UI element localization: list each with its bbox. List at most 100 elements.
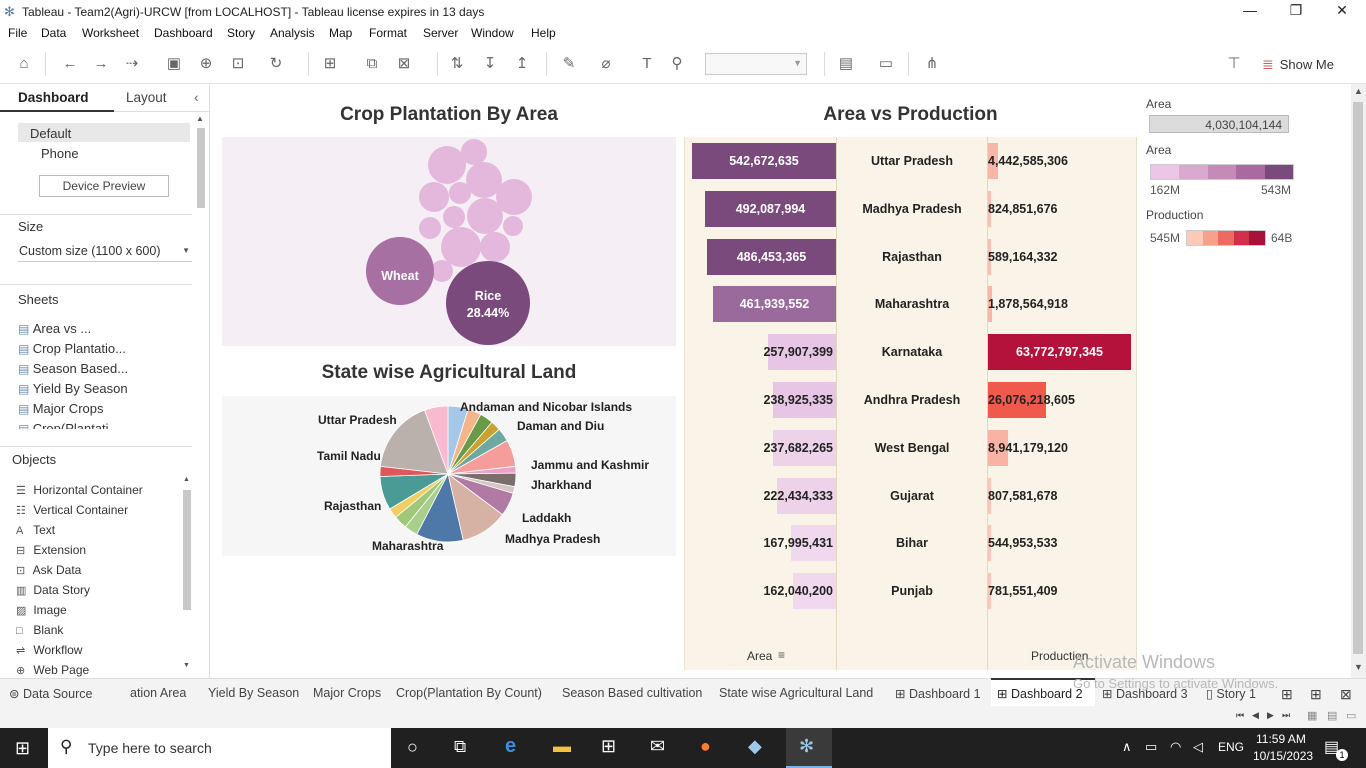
- bubble-rice[interactable]: [446, 261, 530, 345]
- object-data-story[interactable]: ▥ Data Story: [16, 583, 90, 597]
- tab-layout[interactable]: Layout ‹: [114, 84, 210, 112]
- share-icon[interactable]: ⋔: [922, 54, 942, 74]
- scroll-down-icon[interactable]: ▼: [1354, 662, 1363, 672]
- menu-file[interactable]: File: [8, 26, 27, 40]
- save-icon[interactable]: ▣: [164, 54, 184, 74]
- new-story-tab-icon[interactable]: ⊠: [1340, 686, 1352, 703]
- menu-help[interactable]: Help: [531, 26, 556, 40]
- sheet-item[interactable]: ▤ Crop(Plantati...: [18, 421, 119, 429]
- scrollbar-thumb[interactable]: [183, 490, 191, 610]
- sort-ascending-icon[interactable]: ↧: [480, 54, 500, 74]
- language-indicator[interactable]: ENG: [1218, 740, 1244, 754]
- legend-area-total-bar[interactable]: 4,030,104,144: [1149, 115, 1289, 133]
- grid-view-icon[interactable]: ▦: [1307, 709, 1317, 722]
- minimize-button[interactable]: —: [1240, 2, 1260, 22]
- menu-analysis[interactable]: Analysis: [270, 26, 315, 40]
- menu-data[interactable]: Data: [41, 26, 66, 40]
- size-dropdown[interactable]: Custom size (1100 x 600) ▼: [18, 242, 192, 262]
- show-me-button[interactable]: ≣ Show Me: [1262, 54, 1334, 74]
- tab-dashboard-1[interactable]: ⊞ Dashboard 1: [895, 686, 981, 701]
- clock-time[interactable]: 11:59 AM: [1256, 732, 1306, 746]
- object-blank[interactable]: □ Blank: [16, 623, 63, 637]
- bubble[interactable]: [419, 217, 441, 239]
- home-icon[interactable]: ⌂: [14, 54, 34, 74]
- device-preview-button[interactable]: Device Preview: [39, 175, 169, 197]
- firefox-icon[interactable]: ●: [700, 736, 711, 757]
- undo-icon[interactable]: ←: [60, 54, 80, 74]
- last-sheet-icon[interactable]: ⏭: [1282, 710, 1290, 721]
- clock-date[interactable]: 10/15/2023: [1253, 749, 1313, 763]
- object-extension[interactable]: ⊟ Extension: [16, 543, 86, 557]
- object-web-page[interactable]: ⊕ Web Page: [16, 663, 89, 677]
- clear-sheet-icon[interactable]: ⊠: [394, 54, 414, 74]
- scroll-up-icon[interactable]: ▲: [196, 114, 204, 123]
- bubble[interactable]: [443, 206, 465, 228]
- menu-story[interactable]: Story: [227, 26, 255, 40]
- device-default[interactable]: Default: [18, 123, 190, 142]
- collapse-pane-icon[interactable]: ‹: [194, 89, 199, 105]
- sort-icon[interactable]: ≡: [778, 648, 785, 662]
- bubble[interactable]: [431, 260, 453, 282]
- menu-map[interactable]: Map: [329, 26, 352, 40]
- bubble[interactable]: [480, 232, 510, 262]
- redo-icon[interactable]: →: [91, 54, 111, 74]
- tab-crop-plantation-area[interactable]: ation Area: [130, 686, 186, 700]
- bubble[interactable]: [449, 182, 471, 204]
- bubble[interactable]: [428, 146, 466, 184]
- tab-state-wise[interactable]: State wise Agricultural Land: [719, 686, 873, 700]
- show-cards-icon[interactable]: ▤: [836, 54, 856, 74]
- store-icon[interactable]: ⊞: [601, 736, 616, 757]
- sort-descending-icon[interactable]: ↥: [512, 54, 532, 74]
- first-sheet-icon[interactable]: ⏮: [1236, 710, 1244, 721]
- bubble[interactable]: [461, 139, 487, 165]
- device-phone[interactable]: Phone: [41, 146, 79, 161]
- tabs-view-icon[interactable]: ▭: [1346, 709, 1356, 722]
- scroll-up-icon[interactable]: ▲: [1354, 86, 1363, 96]
- refresh-icon[interactable]: ↻: [266, 54, 286, 74]
- new-worksheet-icon[interactable]: ⊞: [320, 54, 340, 74]
- object-vertical-container[interactable]: ☷ Vertical Container: [16, 503, 128, 517]
- next-sheet-icon[interactable]: ▶: [1267, 710, 1274, 721]
- highlight-icon[interactable]: ✎: [559, 54, 579, 74]
- bubble[interactable]: [467, 198, 503, 234]
- scrollbar[interactable]: ▲: [194, 112, 208, 214]
- windows-start-icon[interactable]: ⊞: [15, 738, 30, 759]
- bubble[interactable]: [503, 216, 523, 236]
- show-hidden-icons[interactable]: ∧: [1122, 739, 1132, 755]
- object-workflow[interactable]: ⇌ Workflow: [16, 643, 82, 657]
- sheet-item[interactable]: ▤ Yield By Season: [18, 381, 128, 396]
- task-view-icon[interactable]: ⧉: [454, 737, 466, 757]
- sheet-item[interactable]: ▤ Area vs ...: [18, 321, 91, 336]
- maximize-button[interactable]: ❐: [1286, 2, 1306, 22]
- tab-yield-by-season[interactable]: Yield By Season: [208, 686, 299, 700]
- presentation-mode-icon[interactable]: ▭: [876, 54, 896, 74]
- object-image[interactable]: ▨ Image: [16, 603, 67, 617]
- tableau-taskbar-button[interactable]: ✻: [786, 728, 832, 768]
- wifi-icon[interactable]: ◠: [1170, 739, 1181, 755]
- bubble[interactable]: [441, 227, 481, 267]
- new-data-source-icon[interactable]: ⊕: [196, 54, 216, 74]
- close-button[interactable]: ✕: [1332, 2, 1352, 22]
- pause-updates-icon[interactable]: ⊡: [228, 54, 248, 74]
- scrollbar[interactable]: ▲ ▼: [181, 476, 193, 674]
- sheet-item[interactable]: ▤ Major Crops: [18, 401, 103, 416]
- menu-format[interactable]: Format: [369, 26, 407, 40]
- duplicate-icon[interactable]: ⧉: [362, 54, 382, 74]
- bubble[interactable]: [419, 182, 449, 212]
- fit-dropdown[interactable]: ▼: [705, 53, 807, 75]
- labels-icon[interactable]: T: [637, 54, 657, 74]
- battery-icon[interactable]: ▭: [1145, 739, 1157, 755]
- sheet-item[interactable]: ▤ Crop Plantatio...: [18, 341, 126, 356]
- prev-sheet-icon[interactable]: ◀: [1252, 710, 1259, 721]
- swap-icon[interactable]: ⇅: [447, 54, 467, 74]
- taskbar-search[interactable]: ⚲ Type here to search: [48, 728, 391, 768]
- app-icon[interactable]: ◆: [748, 736, 762, 757]
- new-worksheet-tab-icon[interactable]: ⊞: [1281, 686, 1293, 703]
- pie-chart[interactable]: Uttar Pradesh Andaman and Nicobar Island…: [222, 396, 676, 556]
- edge-icon[interactable]: e: [505, 735, 516, 758]
- object-ask-data[interactable]: ⊡ Ask Data: [16, 563, 81, 577]
- format-painter-icon[interactable]: ⊤: [1224, 54, 1244, 74]
- legend-area-gradient[interactable]: [1150, 164, 1294, 180]
- scrollbar-thumb[interactable]: [1353, 102, 1363, 654]
- replace-data-icon[interactable]: ⇢: [122, 54, 142, 74]
